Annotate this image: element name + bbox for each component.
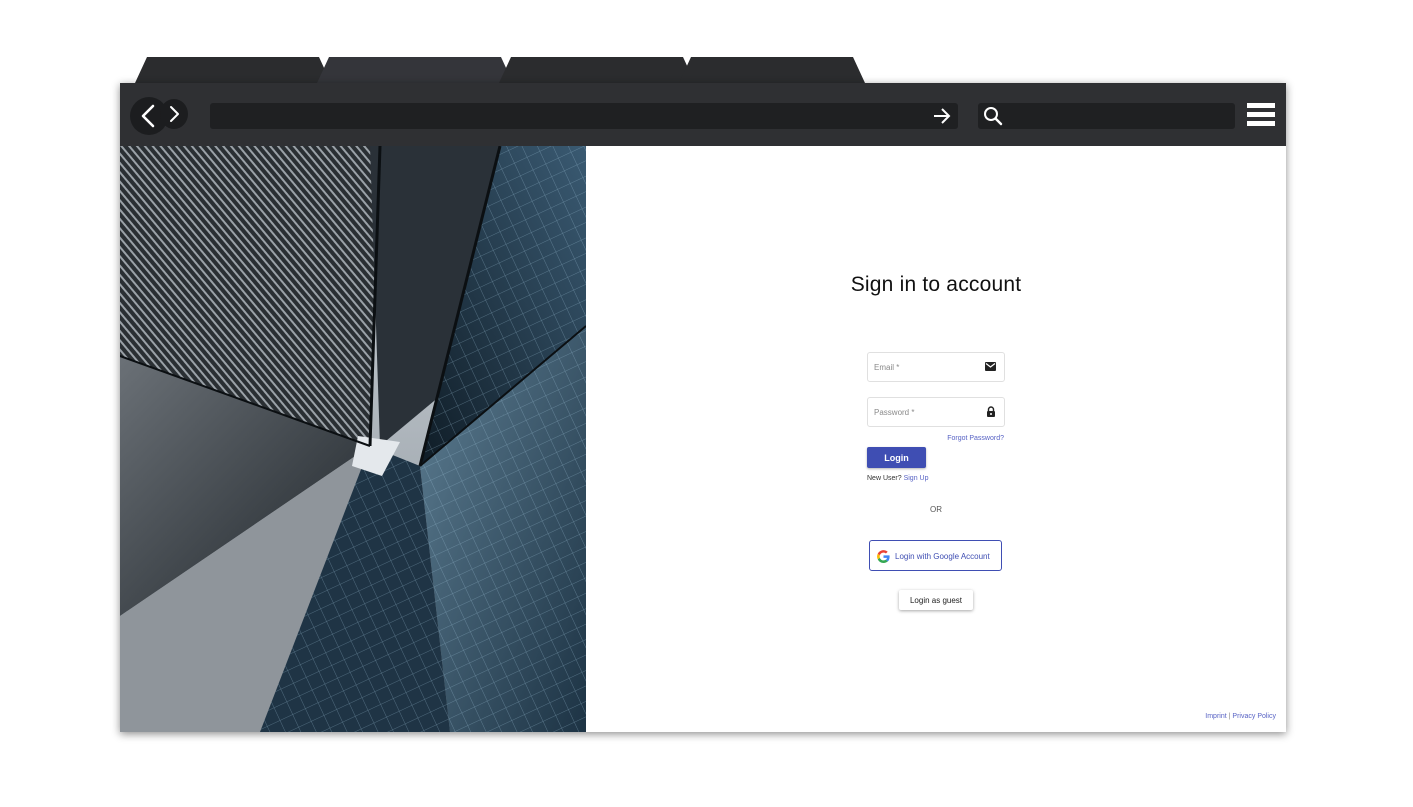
forgot-password-link[interactable]: Forgot Password? — [867, 435, 1004, 442]
browser-tab-4[interactable] — [679, 57, 865, 83]
email-field[interactable] — [867, 352, 1005, 382]
footer-links: Imprint | Privacy Policy — [1205, 713, 1276, 720]
hamburger-menu-icon[interactable] — [1247, 103, 1275, 129]
search-bar[interactable] — [978, 103, 1235, 129]
login-panel: Sign in to account Forgot Password? Logi… — [586, 146, 1286, 732]
lock-icon — [987, 406, 995, 417]
page-title: Sign in to account — [850, 273, 1022, 296]
or-divider: OR — [930, 505, 942, 514]
password-input[interactable] — [868, 398, 974, 426]
browser-tab-1[interactable] — [135, 57, 331, 83]
google-login-label: Login with Google Account — [895, 552, 990, 561]
browser-toolbar — [120, 83, 1286, 146]
forward-button[interactable] — [160, 99, 188, 129]
google-login-button[interactable]: Login with Google Account — [869, 540, 1002, 571]
chevron-right-icon — [170, 106, 179, 122]
browser-tab-3[interactable] — [499, 57, 695, 83]
browser-window: Sign in to account Forgot Password? Logi… — [120, 83, 1286, 732]
imprint-link[interactable]: Imprint — [1205, 713, 1226, 720]
email-input[interactable] — [868, 353, 974, 381]
footer-separator: | — [1228, 713, 1231, 720]
privacy-policy-link[interactable]: Privacy Policy — [1232, 713, 1276, 720]
google-g-icon — [877, 550, 890, 563]
envelope-icon — [985, 362, 996, 371]
password-field[interactable] — [867, 397, 1005, 427]
search-icon — [984, 107, 1003, 126]
building-photo — [120, 146, 586, 732]
login-button[interactable]: Login — [867, 447, 926, 468]
guest-login-button[interactable]: Login as guest — [899, 590, 973, 610]
browser-tab-2[interactable] — [317, 57, 513, 83]
sign-up-link[interactable]: Sign Up — [904, 475, 929, 482]
arrow-right-icon[interactable] — [932, 106, 952, 126]
tab-strip — [135, 57, 875, 83]
page-content: Sign in to account Forgot Password? Logi… — [120, 146, 1286, 732]
address-bar[interactable] — [210, 103, 958, 129]
new-user-row: New User? Sign Up — [867, 475, 928, 482]
new-user-text: New User? — [867, 475, 902, 482]
